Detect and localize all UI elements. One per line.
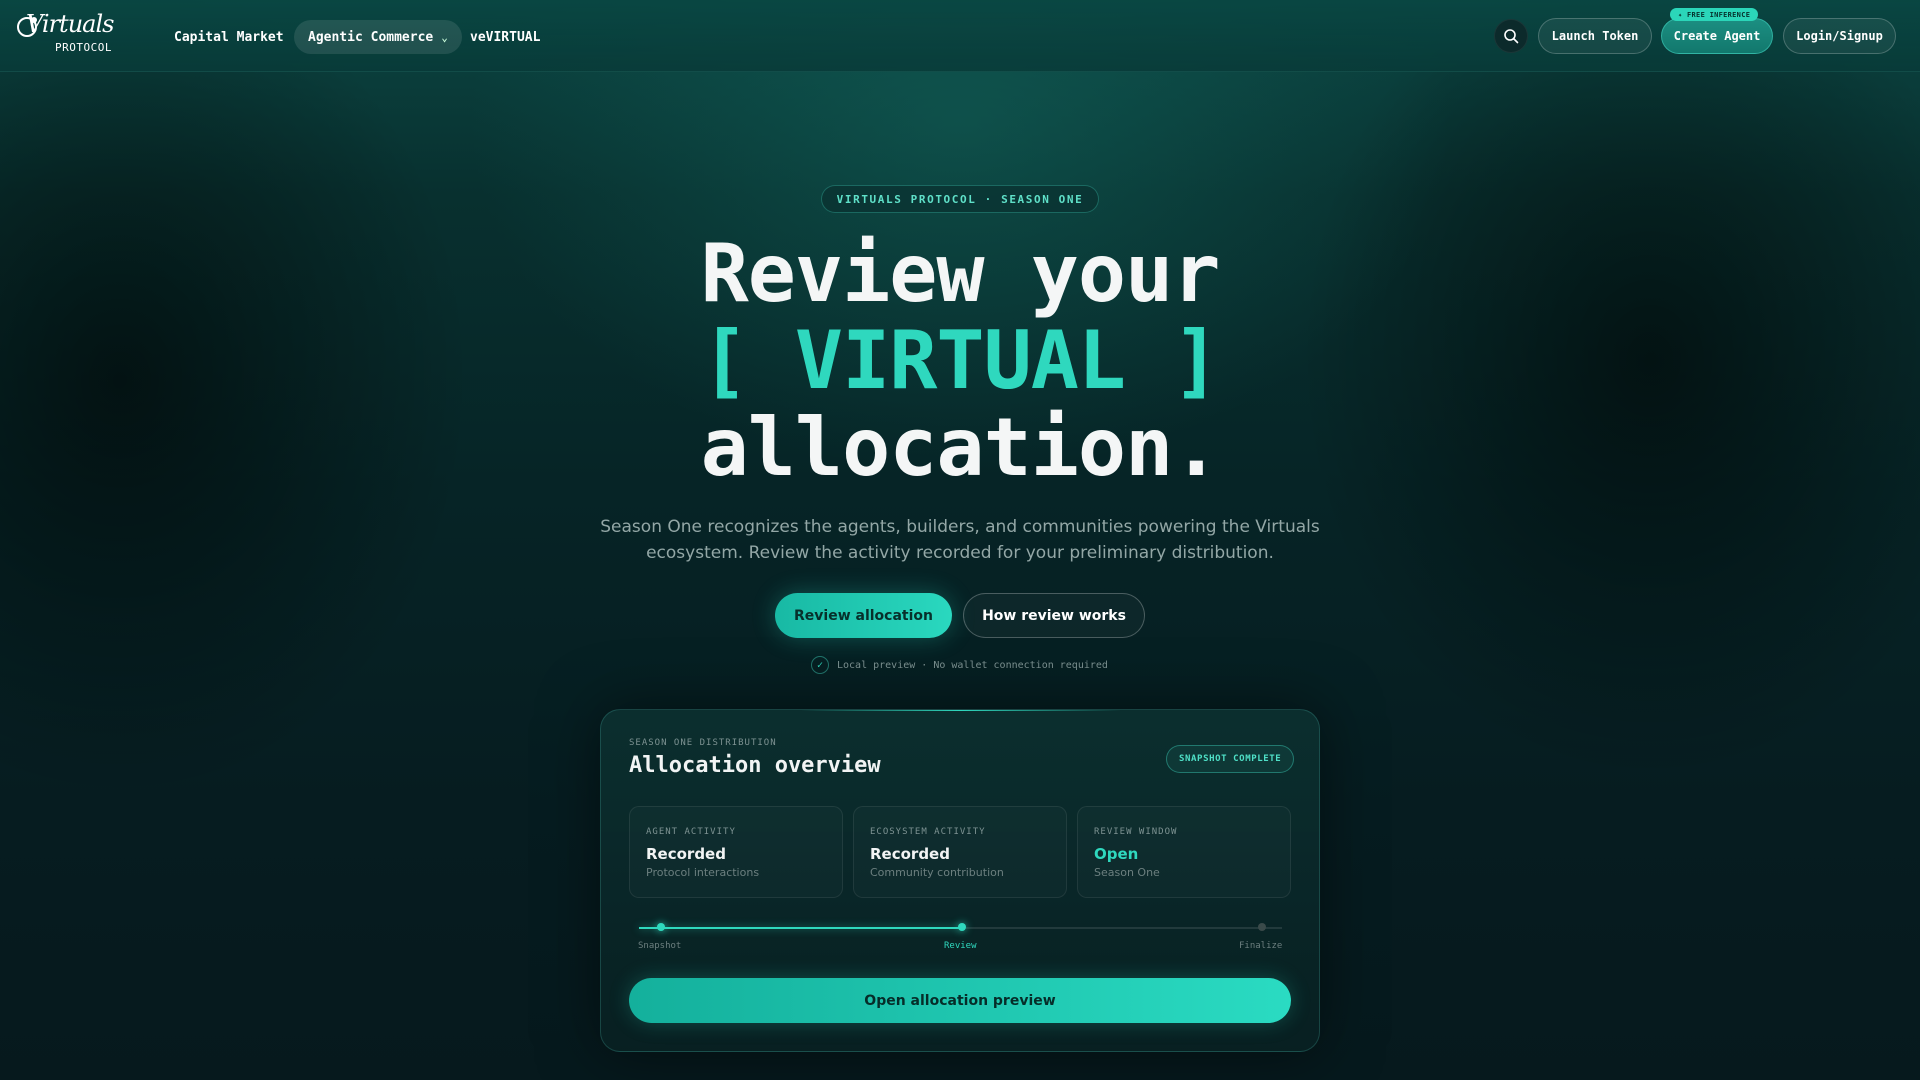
stat-value: Recorded bbox=[870, 845, 950, 863]
nav-link-vevirtual[interactable]: veVIRTUAL bbox=[470, 20, 540, 54]
logo-script: Virtuals bbox=[26, 10, 114, 38]
create-agent-label: Create Agent bbox=[1673, 29, 1761, 43]
stat-agent-activity: AGENT ACTIVITY Recorded Protocol interac… bbox=[629, 806, 843, 898]
headline-line-1: Review your bbox=[700, 227, 1221, 320]
login-signup-button[interactable]: Login/Signup bbox=[1783, 18, 1896, 54]
virtuals-logo[interactable]: Virtuals PROTOCOL bbox=[12, 10, 132, 56]
nav-link-label: Capital Market bbox=[174, 29, 284, 45]
card-title: Allocation overview bbox=[629, 753, 881, 778]
stat-sub: Community contribution bbox=[870, 866, 1004, 879]
search-icon bbox=[1504, 29, 1519, 44]
check-icon: ✓ bbox=[811, 656, 829, 674]
step-label-snapshot: Snapshot bbox=[638, 941, 682, 951]
stat-sub: Season One bbox=[1094, 866, 1160, 879]
top-nav: Virtuals PROTOCOL Capital Market Agentic… bbox=[0, 0, 1920, 72]
stat-label: AGENT ACTIVITY bbox=[646, 827, 736, 837]
stat-value: Recorded bbox=[646, 845, 726, 863]
free-inference-badge: ✦ FREE INFERENCE bbox=[1670, 8, 1759, 21]
local-preview-note: ✓ Local preview · No wallet connection r… bbox=[811, 656, 1108, 674]
create-agent-button[interactable]: Create Agent bbox=[1661, 18, 1773, 54]
allocation-overview-card: SEASON ONE DISTRIBUTION Allocation overv… bbox=[600, 709, 1320, 1052]
hero-description: Season One recognizes the agents, builde… bbox=[600, 517, 1320, 563]
step-label-finalize: Finalize bbox=[1239, 941, 1283, 951]
search-button[interactable] bbox=[1494, 19, 1528, 53]
step-dot-finalize bbox=[1258, 923, 1266, 931]
card-top-glow bbox=[801, 710, 1121, 711]
stat-value: Open bbox=[1094, 845, 1139, 863]
snapshot-status-badge: SNAPSHOT COMPLETE bbox=[1166, 745, 1295, 773]
step-dot-review bbox=[958, 923, 966, 931]
launch-token-button[interactable]: Launch Token bbox=[1538, 18, 1652, 54]
step-label-review: Review bbox=[944, 941, 977, 951]
headline-line-3: allocation. bbox=[700, 401, 1221, 494]
open-allocation-preview-button[interactable]: Open allocation preview bbox=[629, 978, 1291, 1023]
nav-link-capital-market[interactable]: Capital Market bbox=[174, 20, 284, 54]
login-signup-label: Login/Signup bbox=[1796, 29, 1883, 43]
stat-review-window: REVIEW WINDOW Open Season One bbox=[1077, 806, 1291, 898]
progress-fill bbox=[639, 927, 961, 929]
hero-eyebrow: VIRTUALS PROTOCOL · SEASON ONE bbox=[821, 185, 1099, 213]
open-allocation-preview-label: Open allocation preview bbox=[864, 992, 1056, 1009]
stat-ecosystem-activity: ECOSYSTEM ACTIVITY Recorded Community co… bbox=[853, 806, 1067, 898]
review-allocation-label: Review allocation bbox=[794, 607, 933, 624]
nav-link-label: veVIRTUAL bbox=[470, 29, 541, 45]
how-review-works-button[interactable]: How review works bbox=[963, 593, 1145, 638]
headline-accent: [ VIRTUAL ] bbox=[700, 314, 1221, 407]
card-eyebrow: SEASON ONE DISTRIBUTION bbox=[629, 738, 777, 748]
step-dot-snapshot bbox=[657, 923, 665, 931]
logo-subtitle: PROTOCOL bbox=[55, 41, 112, 54]
chevron-down-icon: ⌄ bbox=[441, 30, 448, 44]
note-text: Local preview · No wallet connection req… bbox=[837, 659, 1108, 671]
how-review-works-label: How review works bbox=[982, 607, 1126, 624]
stat-label: REVIEW WINDOW bbox=[1094, 827, 1178, 837]
nav-link-label: Agentic Commerce bbox=[308, 29, 434, 45]
launch-token-label: Launch Token bbox=[1551, 29, 1639, 43]
nav-link-agentic-commerce[interactable]: Agentic Commerce ⌄ bbox=[294, 20, 462, 54]
hero-headline: Review your [ VIRTUAL ] allocation. bbox=[560, 230, 1360, 491]
review-allocation-button[interactable]: Review allocation bbox=[775, 593, 952, 638]
stat-label: ECOSYSTEM ACTIVITY bbox=[870, 827, 986, 837]
stat-sub: Protocol interactions bbox=[646, 866, 760, 879]
